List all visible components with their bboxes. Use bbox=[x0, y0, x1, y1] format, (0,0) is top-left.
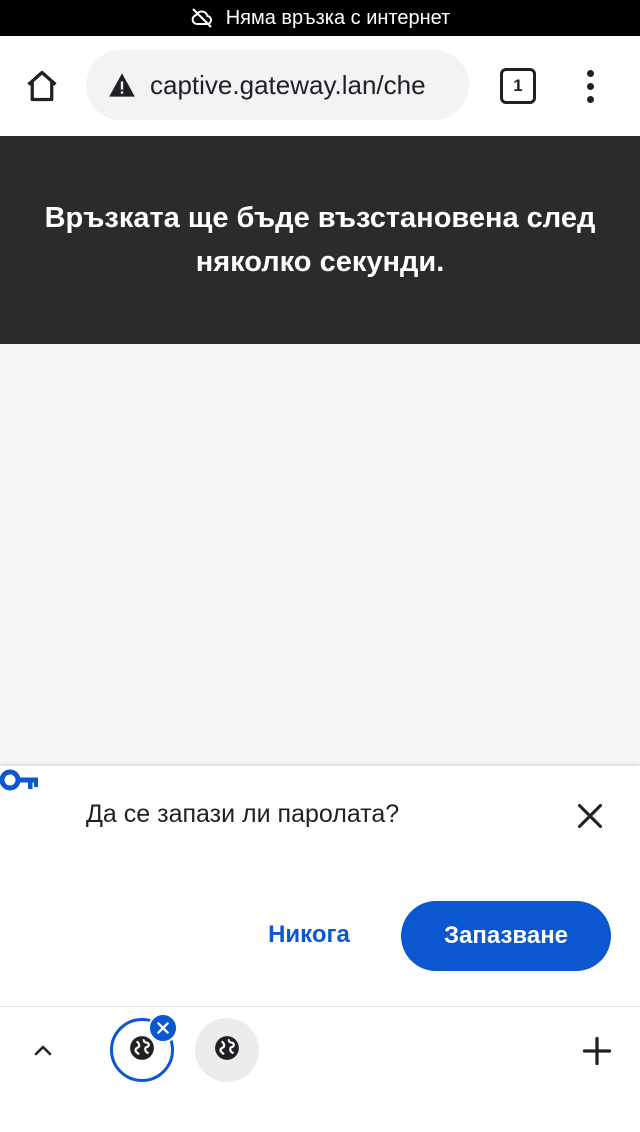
chevron-up-icon[interactable] bbox=[28, 1036, 58, 1066]
key-icon bbox=[0, 766, 40, 799]
close-tab-icon[interactable] bbox=[148, 1013, 178, 1043]
never-button[interactable]: Никога bbox=[250, 908, 368, 962]
save-button[interactable]: Запазване bbox=[401, 901, 611, 971]
omnibox[interactable]: captive.gateway.lan/che bbox=[86, 50, 469, 120]
banner-text: Връзката ще бъде възстановена след някол… bbox=[44, 202, 596, 278]
home-button[interactable] bbox=[20, 64, 64, 108]
tab-thumbnail[interactable] bbox=[195, 1018, 259, 1082]
warning-triangle-icon[interactable] bbox=[108, 72, 136, 98]
tab-count: 1 bbox=[513, 76, 523, 95]
page-body bbox=[0, 344, 640, 766]
close-icon[interactable] bbox=[572, 798, 608, 834]
plus-icon[interactable] bbox=[580, 1034, 614, 1068]
reconnect-banner: Връзката ще бъде възстановена след някол… bbox=[0, 136, 640, 344]
system-status-bar: Няма връзка с интернет bbox=[0, 0, 640, 36]
globe-icon bbox=[129, 1035, 155, 1066]
tab-switcher-button[interactable]: 1 bbox=[500, 68, 536, 104]
url-text[interactable]: captive.gateway.lan/che bbox=[150, 70, 426, 101]
globe-icon bbox=[214, 1035, 240, 1066]
status-text: Няма връзка с интернет bbox=[225, 6, 451, 29]
tab-strip bbox=[0, 1006, 640, 1132]
cloud-off-icon bbox=[190, 6, 214, 30]
more-vert-icon[interactable] bbox=[574, 64, 606, 108]
home-icon bbox=[27, 70, 57, 102]
browser-toolbar: captive.gateway.lan/che 1 bbox=[0, 36, 640, 134]
save-password-title: Да се запази ли паролата? bbox=[86, 800, 400, 828]
